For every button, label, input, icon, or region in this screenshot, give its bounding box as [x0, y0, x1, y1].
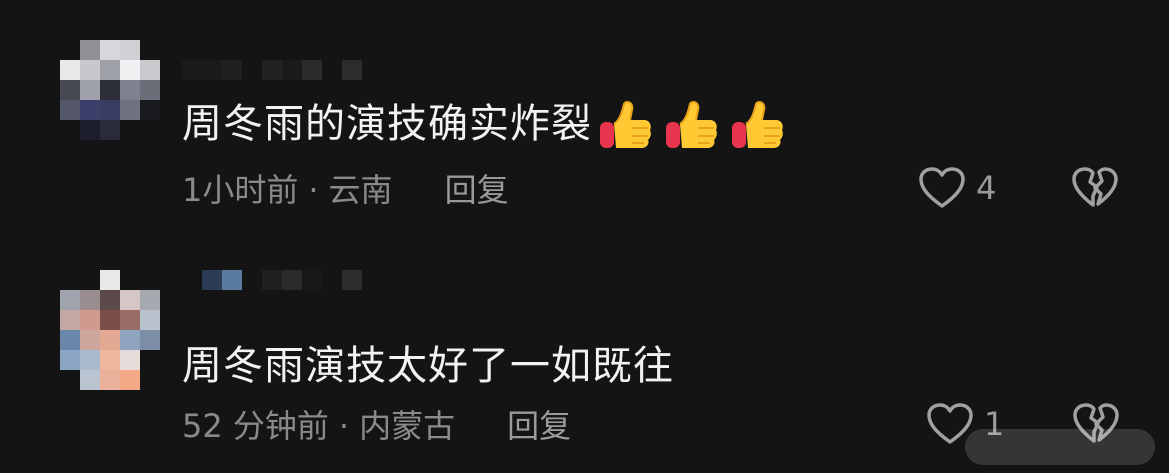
reply-button[interactable]: 回复	[507, 404, 571, 448]
avatar-pixel	[80, 310, 100, 330]
avatar-pixel	[60, 270, 80, 290]
comment-item: 周冬雨的演技确实炸裂 1小时前 · 云南 回复 4	[0, 30, 1169, 230]
avatar-pixel	[120, 40, 140, 60]
avatar-pixel	[140, 120, 160, 140]
avatar-pixel	[100, 330, 120, 350]
avatar-pixel	[140, 370, 160, 390]
avatar-pixel	[80, 80, 100, 100]
avatar-pixel	[140, 270, 160, 290]
comment-meta: 52 分钟前 · 内蒙古 回复	[182, 404, 571, 448]
dislike-button[interactable]	[1071, 166, 1119, 214]
avatar-pixel	[140, 290, 160, 310]
avatar-pixel	[140, 310, 160, 330]
avatar-pixel	[140, 100, 160, 120]
avatar-pixel	[60, 100, 80, 120]
avatar-pixel	[120, 80, 140, 100]
avatar-pixel	[60, 80, 80, 100]
avatar-pixel	[140, 60, 160, 80]
avatar-pixel	[100, 40, 120, 60]
avatar-pixel	[140, 330, 160, 350]
avatar-pixel	[100, 270, 120, 290]
avatar-pixel	[120, 330, 140, 350]
comment-time: 1小时前	[182, 171, 299, 209]
avatar-pixel	[140, 80, 160, 100]
avatar-pixel	[80, 370, 100, 390]
avatar-pixel	[100, 290, 120, 310]
avatar-pixel	[60, 60, 80, 80]
avatar-pixel	[60, 120, 80, 140]
comment-text-content: 周冬雨演技太好了一如既往	[182, 343, 674, 389]
avatar-pixel	[80, 290, 100, 310]
broken-heart-icon	[1072, 167, 1118, 207]
comment-text: 周冬雨演技太好了一如既往	[182, 338, 674, 394]
avatar-pixel	[140, 350, 160, 370]
avatar-pixel	[60, 330, 80, 350]
avatar-pixel	[60, 40, 80, 60]
avatar-pixel	[60, 310, 80, 330]
avatar-pixel	[120, 370, 140, 390]
comment-meta: 1小时前 · 云南 回复	[182, 168, 509, 212]
avatar-pixel	[80, 330, 100, 350]
avatar-pixel	[60, 290, 80, 310]
like-button[interactable]: 4	[918, 166, 996, 210]
avatar-pixel	[120, 100, 140, 120]
heart-outline-icon	[919, 167, 965, 208]
avatar-pixel	[100, 350, 120, 370]
avatar-pixel	[100, 370, 120, 390]
avatar-pixel	[120, 310, 140, 330]
avatar[interactable]	[60, 270, 160, 390]
avatar-pixel	[80, 60, 100, 80]
avatar-pixel	[60, 370, 80, 390]
comment-location: 云南	[328, 171, 393, 209]
comment-time: 52 分钟前	[182, 407, 329, 445]
avatar-pixel	[100, 80, 120, 100]
reply-button[interactable]: 回复	[445, 168, 509, 212]
meta-separator: ·	[338, 407, 350, 445]
avatar[interactable]	[60, 40, 160, 140]
avatar-pixel	[120, 120, 140, 140]
avatar-pixel	[80, 270, 100, 290]
avatar-pixel	[80, 100, 100, 120]
avatar-pixel	[100, 120, 120, 140]
avatar-pixel	[120, 350, 140, 370]
meta-separator: ·	[308, 171, 319, 209]
avatar-pixel	[80, 40, 100, 60]
avatar-pixel	[60, 350, 80, 370]
avatar-pixel	[100, 100, 120, 120]
comment-text: 周冬雨的演技确实炸裂	[182, 96, 786, 154]
username-censored[interactable]	[182, 270, 362, 290]
avatar-pixel	[100, 310, 120, 330]
watermark-overlay	[965, 429, 1155, 465]
comments-screen: { "comments": [ { "text": "周冬雨的演技确实炸裂", …	[0, 0, 1169, 473]
like-count: 4	[976, 169, 997, 207]
thumbs-up-icon	[664, 98, 720, 154]
avatar-pixel	[120, 290, 140, 310]
avatar-pixel	[120, 270, 140, 290]
thumbs-up-icon	[598, 98, 654, 154]
avatar-pixel	[80, 120, 100, 140]
emoji-group	[598, 98, 786, 154]
thumbs-up-icon	[730, 98, 786, 154]
avatar-pixel	[120, 60, 140, 80]
username-censored[interactable]	[182, 60, 362, 80]
comment-text-content: 周冬雨的演技确实炸裂	[182, 101, 592, 147]
comment-location: 内蒙古	[359, 407, 456, 445]
avatar-pixel	[100, 60, 120, 80]
avatar-pixel	[80, 350, 100, 370]
avatar-pixel	[140, 40, 160, 60]
